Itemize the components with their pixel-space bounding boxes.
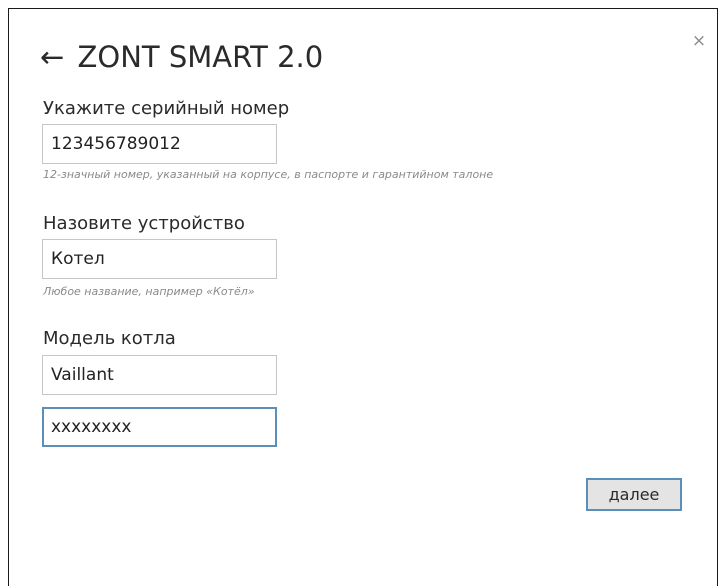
serial-number-input[interactable] bbox=[42, 124, 277, 164]
close-icon[interactable]: × bbox=[688, 30, 710, 52]
serial-number-hint: 12-значный номер, указанный на корпусе, … bbox=[43, 168, 494, 181]
boiler-model-input[interactable] bbox=[42, 407, 277, 447]
device-name-hint: Любое название, например «Котёл» bbox=[43, 285, 255, 298]
boiler-model-label: Модель котла bbox=[43, 328, 176, 349]
next-button[interactable]: далее bbox=[586, 478, 682, 511]
device-name-label: Назовите устройство bbox=[43, 213, 245, 234]
back-arrow-icon[interactable]: ← bbox=[40, 40, 64, 74]
dialog-title: ZONT SMART 2.0 bbox=[77, 40, 324, 74]
serial-number-label: Укажите серийный номер bbox=[43, 98, 290, 119]
device-name-input[interactable] bbox=[42, 239, 277, 279]
dialog-header: ← ZONT SMART 2.0 bbox=[40, 37, 323, 77]
boiler-brand-input[interactable] bbox=[42, 355, 277, 395]
